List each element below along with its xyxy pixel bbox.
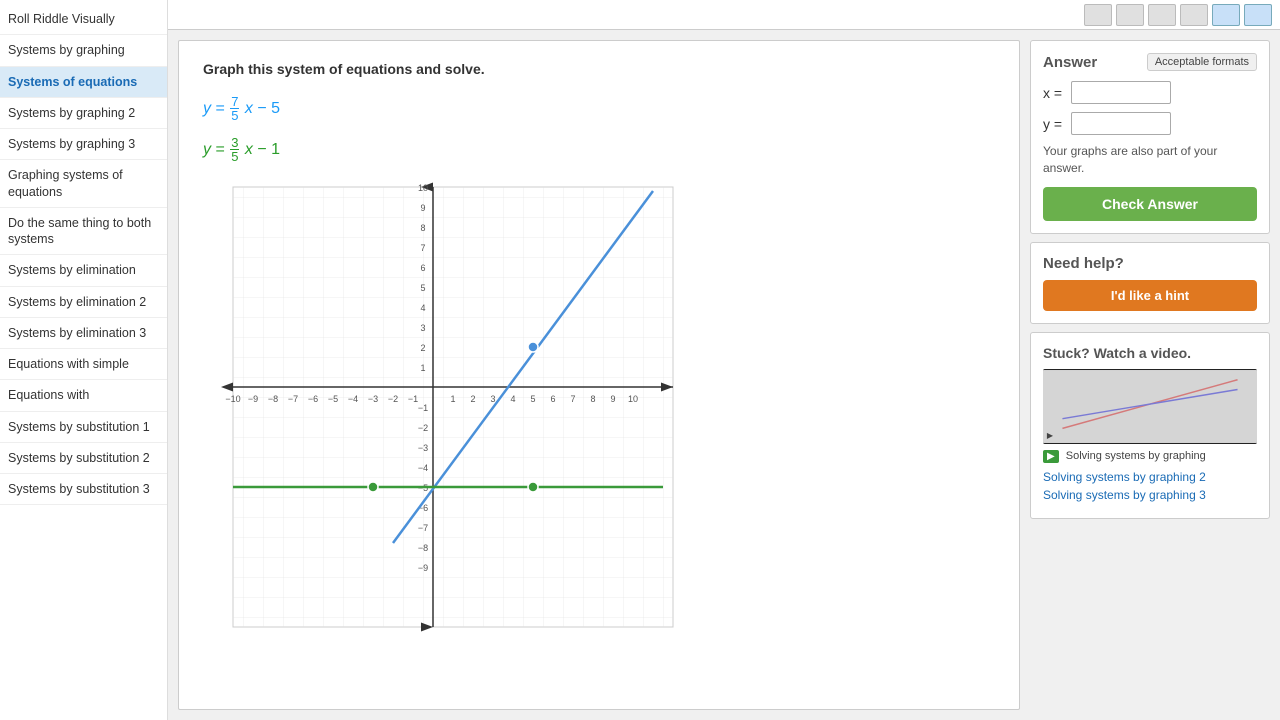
exercise-area: Graph this system of equations and solve… xyxy=(178,40,1020,710)
svg-text:−3: −3 xyxy=(368,394,378,404)
sidebar-item-systems-graphing[interactable]: Systems by graphing xyxy=(0,35,167,66)
toolbar-icon-3[interactable] xyxy=(1148,4,1176,26)
svg-text:−7: −7 xyxy=(288,394,298,404)
answer-title: Answer xyxy=(1043,54,1097,71)
fraction-3-5: 35 xyxy=(230,136,239,163)
svg-text:−8: −8 xyxy=(268,394,278,404)
problem-title: Graph this system of equations and solve… xyxy=(203,61,995,77)
svg-text:4: 4 xyxy=(510,394,515,404)
sidebar-item-elimination-3[interactable]: Systems by elimination 3 xyxy=(0,318,167,349)
answer-note: Your graphs are also part of your answer… xyxy=(1043,143,1257,177)
svg-text:−7: −7 xyxy=(418,523,428,533)
equation-2-block: y = 35 x − 1 xyxy=(203,136,995,163)
svg-text:4: 4 xyxy=(420,303,425,313)
answer-header: Answer Acceptable formats xyxy=(1043,53,1257,71)
sidebar-item-substitution-1[interactable]: Systems by substitution 1 xyxy=(0,412,167,443)
sidebar-item-systems-graphing-3[interactable]: Systems by graphing 3 xyxy=(0,129,167,160)
sidebar-item-systems-graphing-2[interactable]: Systems by graphing 2 xyxy=(0,98,167,129)
sidebar-item-same-thing[interactable]: Do the same thing to both systems xyxy=(0,208,167,256)
content-area: Graph this system of equations and solve… xyxy=(168,30,1280,720)
svg-text:−9: −9 xyxy=(248,394,258,404)
svg-text:9: 9 xyxy=(420,203,425,213)
acceptable-formats-button[interactable]: Acceptable formats xyxy=(1147,53,1257,71)
answer-panel: Answer Acceptable formats x = y = Your g… xyxy=(1030,40,1270,234)
svg-text:10: 10 xyxy=(418,183,428,193)
right-panel: Answer Acceptable formats x = y = Your g… xyxy=(1030,30,1280,720)
svg-text:10: 10 xyxy=(628,394,638,404)
sidebar: Roll Riddle Visually Systems by graphing… xyxy=(0,0,168,720)
svg-text:8: 8 xyxy=(420,223,425,233)
svg-text:2: 2 xyxy=(420,343,425,353)
toolbar-icon-1[interactable] xyxy=(1084,4,1112,26)
video-title-text: Solving systems by graphing xyxy=(1066,450,1206,462)
svg-text:−1: −1 xyxy=(408,394,418,404)
sidebar-item-equations-simple[interactable]: Equations with simple xyxy=(0,349,167,380)
graph-container: −10 −9 −8 −7 −6 −5 −4 −3 −2 −1 1 2 3 4 5… xyxy=(203,177,683,637)
toolbar-icon-4[interactable] xyxy=(1180,4,1208,26)
need-help-title: Need help? xyxy=(1043,255,1257,272)
video-thumbnail[interactable]: ▶ xyxy=(1043,369,1257,444)
x-label: x = xyxy=(1043,85,1065,101)
svg-text:2: 2 xyxy=(470,394,475,404)
dot-green-left[interactable] xyxy=(368,482,378,492)
svg-text:−10: −10 xyxy=(225,394,240,404)
svg-text:5: 5 xyxy=(420,283,425,293)
svg-text:▶: ▶ xyxy=(1047,431,1054,440)
help-panel: Need help? I'd like a hint xyxy=(1030,242,1270,324)
svg-text:1: 1 xyxy=(420,363,425,373)
sidebar-item-roll-riddle[interactable]: Roll Riddle Visually xyxy=(0,4,167,35)
svg-text:−6: −6 xyxy=(308,394,318,404)
toolbar-icon-6[interactable] xyxy=(1244,4,1272,26)
svg-text:3: 3 xyxy=(420,323,425,333)
svg-text:−4: −4 xyxy=(348,394,358,404)
stuck-title: Stuck? Watch a video. xyxy=(1043,345,1257,361)
graph-svg[interactable]: −10 −9 −8 −7 −6 −5 −4 −3 −2 −1 1 2 3 4 5… xyxy=(203,177,683,637)
svg-text:−3: −3 xyxy=(418,443,428,453)
dot-green-right[interactable] xyxy=(528,482,538,492)
hint-button[interactable]: I'd like a hint xyxy=(1043,280,1257,311)
x-input[interactable] xyxy=(1071,81,1171,104)
check-answer-button[interactable]: Check Answer xyxy=(1043,187,1257,221)
x-answer-row: x = xyxy=(1043,81,1257,104)
equation-1-block: y = 75 x − 5 xyxy=(203,95,995,122)
svg-text:9: 9 xyxy=(610,394,615,404)
sidebar-item-elimination[interactable]: Systems by elimination xyxy=(0,255,167,286)
main-content: Graph this system of equations and solve… xyxy=(168,0,1280,720)
related-link-1[interactable]: Solving systems by graphing 2 xyxy=(1043,470,1257,484)
sidebar-item-systems-equations[interactable]: Systems of equations xyxy=(0,67,167,98)
sidebar-item-substitution-2[interactable]: Systems by substitution 2 xyxy=(0,443,167,474)
y-answer-row: y = xyxy=(1043,112,1257,135)
svg-text:−5: −5 xyxy=(328,394,338,404)
top-bar xyxy=(168,0,1280,30)
svg-text:−2: −2 xyxy=(388,394,398,404)
video-badge: ▶ xyxy=(1043,450,1059,463)
svg-text:3: 3 xyxy=(490,394,495,404)
svg-text:6: 6 xyxy=(420,263,425,273)
sidebar-item-graphing-systems[interactable]: Graphing systems of equations xyxy=(0,160,167,208)
sidebar-item-elimination-2[interactable]: Systems by elimination 2 xyxy=(0,287,167,318)
svg-text:6: 6 xyxy=(550,394,555,404)
sidebar-item-equations[interactable]: Equations with xyxy=(0,380,167,411)
svg-text:−4: −4 xyxy=(418,463,428,473)
sidebar-item-substitution-3[interactable]: Systems by substitution 3 xyxy=(0,474,167,505)
fraction-7-5: 75 xyxy=(230,95,239,122)
svg-text:−8: −8 xyxy=(418,543,428,553)
svg-text:−9: −9 xyxy=(418,563,428,573)
svg-text:−2: −2 xyxy=(418,423,428,433)
dot-intersection[interactable] xyxy=(528,342,538,352)
svg-text:7: 7 xyxy=(570,394,575,404)
equation-2: y = 35 x − 1 xyxy=(203,141,280,158)
equation-1: y = 75 x − 5 xyxy=(203,100,280,117)
video-panel: Stuck? Watch a video. ▶ ▶ Solving system… xyxy=(1030,332,1270,519)
y-input[interactable] xyxy=(1071,112,1171,135)
svg-text:8: 8 xyxy=(590,394,595,404)
svg-text:5: 5 xyxy=(530,394,535,404)
toolbar-icon-5[interactable] xyxy=(1212,4,1240,26)
related-link-2[interactable]: Solving systems by graphing 3 xyxy=(1043,488,1257,502)
svg-text:7: 7 xyxy=(420,243,425,253)
video-label: ▶ Solving systems by graphing xyxy=(1043,450,1257,462)
toolbar-icon-2[interactable] xyxy=(1116,4,1144,26)
y-label: y = xyxy=(1043,116,1065,132)
